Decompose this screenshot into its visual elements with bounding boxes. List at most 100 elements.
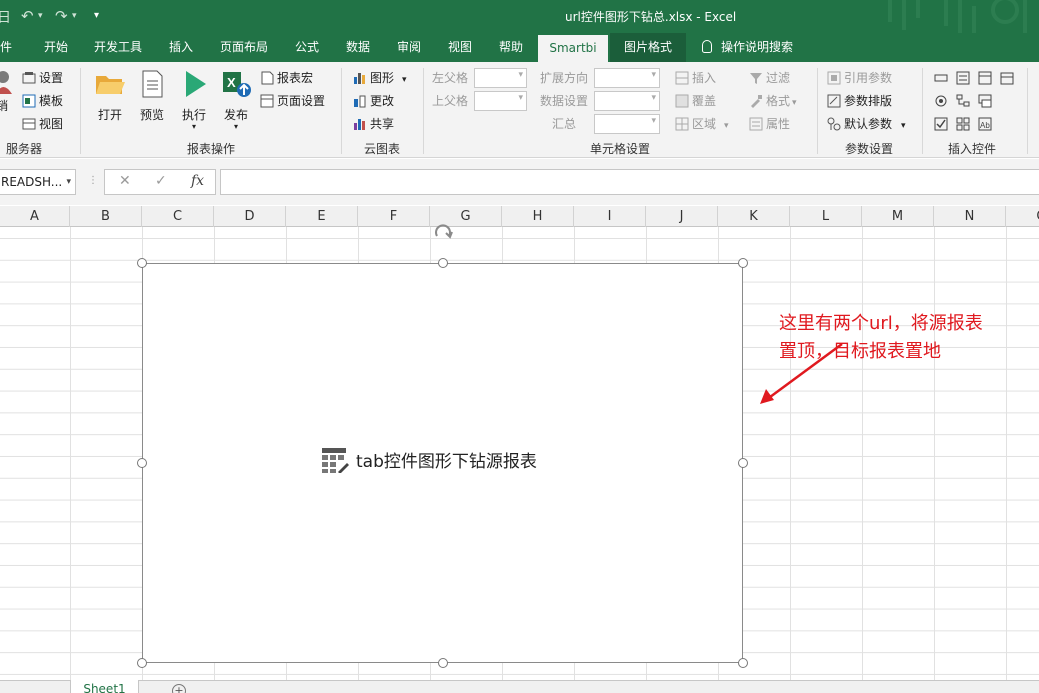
label-control-icon[interactable]: Ab bbox=[978, 117, 992, 131]
textbox-control-icon[interactable] bbox=[934, 71, 948, 85]
column-header[interactable]: O bbox=[1006, 206, 1039, 227]
chart-button[interactable]: 图形 ▾ bbox=[353, 68, 407, 88]
tab-review[interactable]: 审阅 bbox=[389, 33, 429, 62]
column-header[interactable]: J bbox=[646, 206, 718, 227]
change-chart-button[interactable]: 更改 bbox=[353, 91, 394, 111]
checkbox-control-icon[interactable] bbox=[934, 117, 948, 131]
format-button[interactable]: 格式 ▾ bbox=[749, 91, 797, 111]
default-param-icon bbox=[827, 117, 841, 131]
summary-select[interactable] bbox=[594, 114, 660, 134]
page-setup-button[interactable]: 页面设置 bbox=[260, 91, 325, 111]
range-button[interactable]: 区域 ▾ bbox=[675, 114, 729, 134]
tab-home[interactable]: 开始 bbox=[36, 33, 76, 62]
properties-button[interactable]: 属性 bbox=[749, 114, 790, 134]
tab-page-layout[interactable]: 页面布局 bbox=[213, 33, 275, 62]
left-parent-select[interactable] bbox=[474, 68, 527, 88]
insert-cell-button[interactable]: 插入 bbox=[675, 68, 716, 88]
chart-object-label-row: tab控件图形下钻源报表 bbox=[321, 447, 537, 473]
data-setting-select[interactable] bbox=[594, 91, 660, 111]
tab-smartbi[interactable]: Smartbi bbox=[538, 35, 608, 62]
resize-handle[interactable] bbox=[738, 458, 748, 468]
range-label: 区域 bbox=[692, 117, 717, 131]
column-header[interactable]: M bbox=[862, 206, 934, 227]
tab-developer[interactable]: 开发工具 bbox=[87, 33, 149, 62]
resize-handle[interactable] bbox=[438, 658, 448, 668]
calendar-control-icon[interactable] bbox=[1000, 71, 1014, 85]
param-layout-button[interactable]: 参数排版 bbox=[827, 91, 892, 111]
template-icon bbox=[22, 94, 36, 108]
rotate-handle-icon[interactable] bbox=[431, 220, 455, 240]
column-header[interactable]: K bbox=[718, 206, 790, 227]
resize-handle[interactable] bbox=[738, 658, 748, 668]
tell-me-label: 操作说明搜索 bbox=[721, 40, 794, 54]
server-view-button[interactable]: 视图 bbox=[22, 114, 63, 134]
execute-button[interactable]: 执行 ▾ bbox=[173, 68, 215, 131]
column-header[interactable]: E bbox=[286, 206, 358, 227]
share-icon bbox=[354, 119, 365, 130]
chart-label: 图形 bbox=[370, 71, 395, 85]
tell-me-search[interactable]: 操作说明搜索 bbox=[702, 33, 793, 62]
undo-icon[interactable]: ↶ bbox=[21, 7, 34, 25]
column-header[interactable]: F bbox=[358, 206, 430, 227]
chart-object[interactable]: tab控件图形下钻源报表 bbox=[142, 263, 743, 663]
resize-handle[interactable] bbox=[738, 258, 748, 268]
column-header[interactable]: H bbox=[502, 206, 574, 227]
cancel-icon[interactable]: ✕ bbox=[119, 173, 131, 189]
resize-handle[interactable] bbox=[137, 458, 147, 468]
redo-dropdown-icon[interactable]: ▾ bbox=[72, 11, 77, 21]
report-macro-button[interactable]: 报表宏 bbox=[260, 68, 313, 88]
enter-icon[interactable]: ✓ bbox=[155, 173, 167, 189]
tab-insert[interactable]: 插入 bbox=[161, 33, 201, 62]
filter-button[interactable]: 过滤 bbox=[749, 68, 790, 88]
format-brush-icon bbox=[751, 95, 762, 108]
reference-param-button[interactable]: 引用参数 bbox=[827, 68, 892, 88]
list-control-icon[interactable] bbox=[956, 71, 970, 85]
add-sheet-icon[interactable]: + bbox=[172, 684, 186, 693]
logout-button[interactable]: 销 bbox=[0, 70, 16, 113]
formula-input[interactable] bbox=[220, 169, 1039, 195]
server-settings-button[interactable]: 设置 bbox=[22, 68, 63, 88]
default-param-button[interactable]: 默认参数 ▾ bbox=[827, 114, 906, 134]
overwrite-button[interactable]: 覆盖 bbox=[675, 91, 716, 111]
tab-view[interactable]: 视图 bbox=[440, 33, 480, 62]
column-header[interactable]: I bbox=[574, 206, 646, 227]
top-parent-select[interactable] bbox=[474, 91, 527, 111]
preview-button[interactable]: 预览 bbox=[131, 68, 173, 123]
excel-window: 日 ↶ ▾ ↷ ▾ ▾ url控件图形下钻总.xlsx - Excel 件 开始… bbox=[0, 0, 1039, 693]
group-label-cloud-chart: 云图表 bbox=[364, 142, 401, 156]
combo-control-icon[interactable] bbox=[978, 94, 992, 108]
share-chart-button[interactable]: 共享 bbox=[353, 114, 394, 134]
formula-bar-grip[interactable]: ⋮ bbox=[88, 175, 98, 186]
radio-control-icon[interactable] bbox=[934, 94, 948, 108]
redo-icon[interactable]: ↷ bbox=[55, 7, 68, 25]
template-button[interactable]: 模板 bbox=[22, 91, 63, 111]
summary-label: 汇总 bbox=[552, 117, 577, 131]
column-header[interactable]: B bbox=[70, 206, 142, 227]
tab-help[interactable]: 帮助 bbox=[491, 33, 531, 62]
panel-control-icon[interactable] bbox=[978, 71, 992, 85]
name-box[interactable]: READSH... ▾ bbox=[0, 169, 76, 195]
resize-handle[interactable] bbox=[438, 258, 448, 268]
resize-handle[interactable] bbox=[137, 258, 147, 268]
column-header[interactable]: D bbox=[214, 206, 286, 227]
open-button[interactable]: 打开 bbox=[89, 68, 131, 123]
overwrite-icon bbox=[675, 94, 689, 108]
undo-dropdown-icon[interactable]: ▾ bbox=[38, 11, 43, 21]
customize-quick-access-icon[interactable]: ▾ bbox=[94, 10, 99, 21]
tab-file[interactable]: 件 bbox=[0, 33, 14, 62]
tab-data[interactable]: 数据 bbox=[338, 33, 378, 62]
sheet-tab[interactable]: Sheet1 bbox=[70, 680, 139, 693]
resize-handle[interactable] bbox=[137, 658, 147, 668]
tab-formulas[interactable]: 公式 bbox=[287, 33, 327, 62]
expand-direction-select[interactable] bbox=[594, 68, 660, 88]
tab-picture-format[interactable]: 图片格式 bbox=[610, 33, 686, 62]
column-header[interactable]: C bbox=[142, 206, 214, 227]
grid-control-icon[interactable] bbox=[956, 117, 970, 131]
column-header[interactable]: N bbox=[934, 206, 1006, 227]
column-headers: A B C D E F G H I J K L M N O bbox=[0, 206, 1039, 227]
column-header[interactable]: A bbox=[0, 206, 70, 227]
column-header[interactable]: L bbox=[790, 206, 862, 227]
insert-function-icon[interactable]: fx bbox=[191, 173, 204, 189]
publish-button[interactable]: X 发布 ▾ bbox=[215, 68, 257, 131]
tree-control-icon[interactable] bbox=[956, 94, 970, 108]
